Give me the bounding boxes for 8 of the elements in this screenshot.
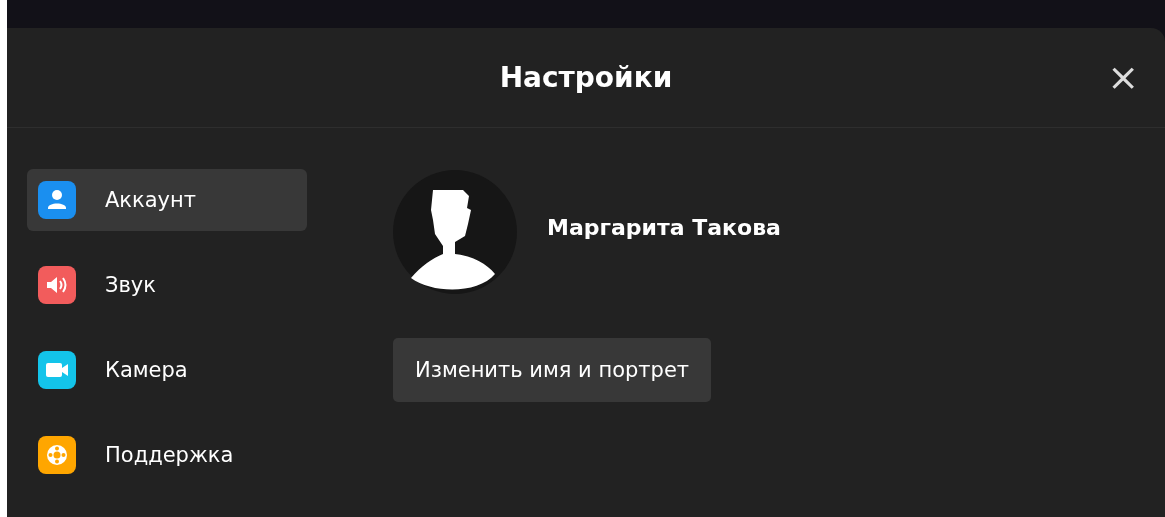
sidebar-item[interactable]: Поддержка — [27, 424, 307, 486]
dialog-title: Настройки — [499, 61, 673, 94]
sidebar-item[interactable]: Аккаунт — [27, 169, 307, 231]
sidebar-item[interactable]: Звук — [27, 254, 307, 316]
user-name: Маргарита Такова — [547, 214, 781, 240]
sidebar-item[interactable]: Камера — [27, 339, 307, 401]
close-button[interactable]: × — [1103, 58, 1143, 96]
edit-profile-button[interactable]: Изменить имя и портрет — [393, 338, 712, 402]
